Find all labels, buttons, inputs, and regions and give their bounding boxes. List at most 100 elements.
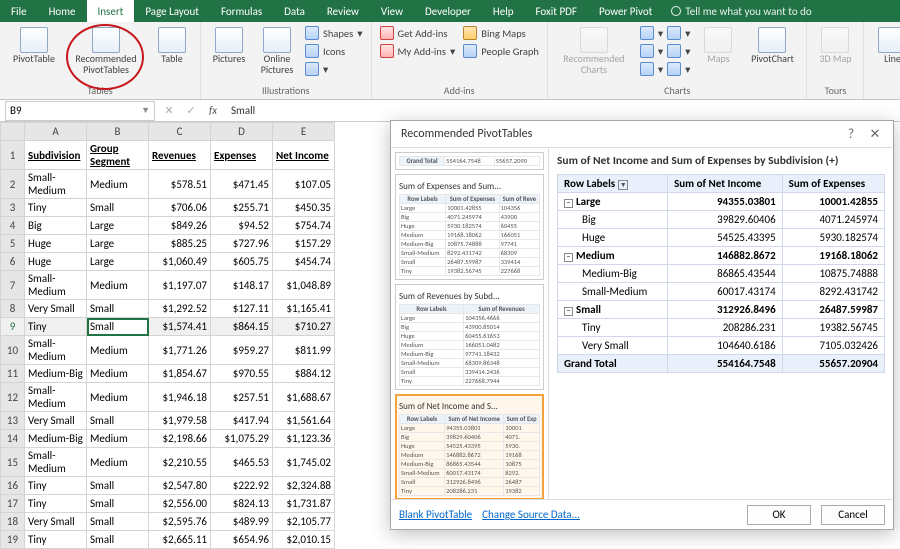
pivot-thumbnail[interactable]: Grand Total554164.754855657.2090 — [395, 152, 544, 170]
cell[interactable]: $849.26 — [149, 217, 211, 235]
header-cell[interactable]: Group Segment — [87, 141, 149, 170]
cell[interactable]: $2,010.15 — [273, 531, 335, 549]
pivottable-button[interactable]: PivotTable — [6, 25, 62, 67]
pivot-thumbnail[interactable]: Sum of Net Income and S...Row LabelsSum … — [395, 394, 544, 499]
filter-dropdown-icon[interactable]: ▼ — [618, 180, 628, 190]
row-header[interactable]: 8 — [1, 300, 25, 318]
cell[interactable]: $1,946.18 — [149, 383, 211, 412]
cell[interactable]: $1,561.64 — [273, 412, 335, 430]
cell[interactable]: Small — [87, 199, 149, 217]
col-header[interactable]: A — [25, 123, 87, 141]
cancel-button[interactable]: Cancel — [821, 505, 885, 525]
close-button[interactable]: ✕ — [863, 127, 887, 142]
row-header[interactable]: 19 — [1, 531, 25, 549]
thumbnail-list[interactable]: Grand Total554164.754855657.2090 Sum of E… — [391, 148, 549, 499]
cell[interactable]: $2,665.11 — [149, 531, 211, 549]
cell[interactable]: Small — [87, 531, 149, 549]
help-button[interactable]: ? — [839, 127, 863, 142]
cell[interactable]: Tiny — [25, 531, 87, 549]
cell[interactable]: Small — [87, 318, 149, 336]
formula-value[interactable]: Small — [227, 104, 255, 117]
tab-data[interactable]: Data — [273, 0, 316, 22]
chart-type-2[interactable]: ▾ ▾ — [638, 43, 693, 59]
cell[interactable]: Medium — [87, 336, 149, 365]
shapes-button[interactable]: Shapes ▾ — [303, 25, 365, 41]
cell[interactable]: Tiny — [25, 495, 87, 513]
cell[interactable]: $2,595.76 — [149, 513, 211, 531]
cell[interactable]: $222.92 — [211, 477, 273, 495]
cell[interactable]: Huge — [25, 253, 87, 271]
cell[interactable]: $1,060.49 — [149, 253, 211, 271]
cell[interactable]: Very Small — [25, 300, 87, 318]
cell[interactable]: $94.52 — [211, 217, 273, 235]
cell[interactable]: Small-Medium — [25, 271, 87, 300]
cell[interactable]: $578.51 — [149, 170, 211, 199]
cell[interactable]: Medium — [87, 271, 149, 300]
cell[interactable]: $706.06 — [149, 199, 211, 217]
col-header[interactable]: D — [211, 123, 273, 141]
tab-review[interactable]: Review — [316, 0, 370, 22]
row-header[interactable]: 11 — [1, 365, 25, 383]
row-header[interactable]: 6 — [1, 253, 25, 271]
cell[interactable]: $417.94 — [211, 412, 273, 430]
row-header[interactable]: 9 — [1, 318, 25, 336]
tab-power-pivot[interactable]: Power Pivot — [588, 0, 663, 22]
cell[interactable]: $471.45 — [211, 170, 273, 199]
cell[interactable]: Small — [87, 513, 149, 531]
cell[interactable]: $605.75 — [211, 253, 273, 271]
cell[interactable]: Huge — [25, 235, 87, 253]
chart-type-3[interactable]: ▾ ▾ — [638, 61, 693, 77]
cell[interactable]: $450.35 — [273, 199, 335, 217]
collapse-icon[interactable]: − — [564, 199, 573, 208]
cell[interactable]: $811.99 — [273, 336, 335, 365]
cell[interactable]: $884.12 — [273, 365, 335, 383]
cell[interactable]: $2,210.55 — [149, 448, 211, 477]
cell[interactable]: Medium — [87, 170, 149, 199]
sparkline-line-button[interactable]: Line — [870, 25, 900, 67]
people-graph-button[interactable]: People Graph — [461, 43, 541, 59]
tab-view[interactable]: View — [370, 0, 414, 22]
row-header[interactable]: 14 — [1, 430, 25, 448]
my-addins-button[interactable]: My Add-ins ▾ — [378, 43, 458, 59]
pivot-thumbnail[interactable]: Sum of Expenses and Sum...Row LabelsSum … — [395, 174, 544, 280]
cell[interactable]: Medium-Big — [25, 430, 87, 448]
cell[interactable]: $1,048.89 — [273, 271, 335, 300]
cell[interactable]: Small-Medium — [25, 448, 87, 477]
cell[interactable]: $727.96 — [211, 235, 273, 253]
cell[interactable]: $127.11 — [211, 300, 273, 318]
cell[interactable]: Medium — [87, 365, 149, 383]
ok-button[interactable]: OK — [747, 505, 811, 525]
cell[interactable]: Tiny — [25, 199, 87, 217]
cell[interactable]: $1,745.02 — [273, 448, 335, 477]
more-illustrations-button[interactable]: ▾ — [303, 61, 365, 77]
cell[interactable]: $754.74 — [273, 217, 335, 235]
cell[interactable]: $1,197.07 — [149, 271, 211, 300]
cell[interactable]: Small — [87, 477, 149, 495]
recommended-pivottables-button[interactable]: Recommended PivotTables — [66, 25, 146, 77]
header-cell[interactable]: Subdivision — [25, 141, 87, 170]
cell[interactable]: Very Small — [25, 513, 87, 531]
row-header[interactable]: 15 — [1, 448, 25, 477]
cell[interactable]: $885.25 — [149, 235, 211, 253]
cell[interactable]: $454.74 — [273, 253, 335, 271]
fx-icon[interactable]: fx — [205, 104, 221, 117]
row-header[interactable]: 2 — [1, 170, 25, 199]
cell[interactable]: $1,075.29 — [211, 430, 273, 448]
collapse-icon[interactable]: − — [564, 307, 573, 316]
3d-map-button[interactable]: 3D Map — [813, 25, 857, 67]
cell[interactable]: Very Small — [25, 412, 87, 430]
cell[interactable]: $1,688.67 — [273, 383, 335, 412]
cell[interactable]: Small-Medium — [25, 336, 87, 365]
cell[interactable]: Medium — [87, 383, 149, 412]
header-cell[interactable]: Expenses — [211, 141, 273, 170]
cell[interactable]: Small — [87, 495, 149, 513]
tab-insert[interactable]: Insert — [87, 0, 135, 22]
cell[interactable]: Small-Medium — [25, 383, 87, 412]
cell[interactable]: Small — [87, 300, 149, 318]
cell[interactable]: $2,324.88 — [273, 477, 335, 495]
enter-formula-icon[interactable]: ✓ — [183, 104, 199, 117]
cell[interactable]: $1,731.87 — [273, 495, 335, 513]
cell[interactable]: $465.53 — [211, 448, 273, 477]
cell[interactable]: $489.99 — [211, 513, 273, 531]
blank-pivottable-link[interactable]: Blank PivotTable — [399, 508, 472, 521]
